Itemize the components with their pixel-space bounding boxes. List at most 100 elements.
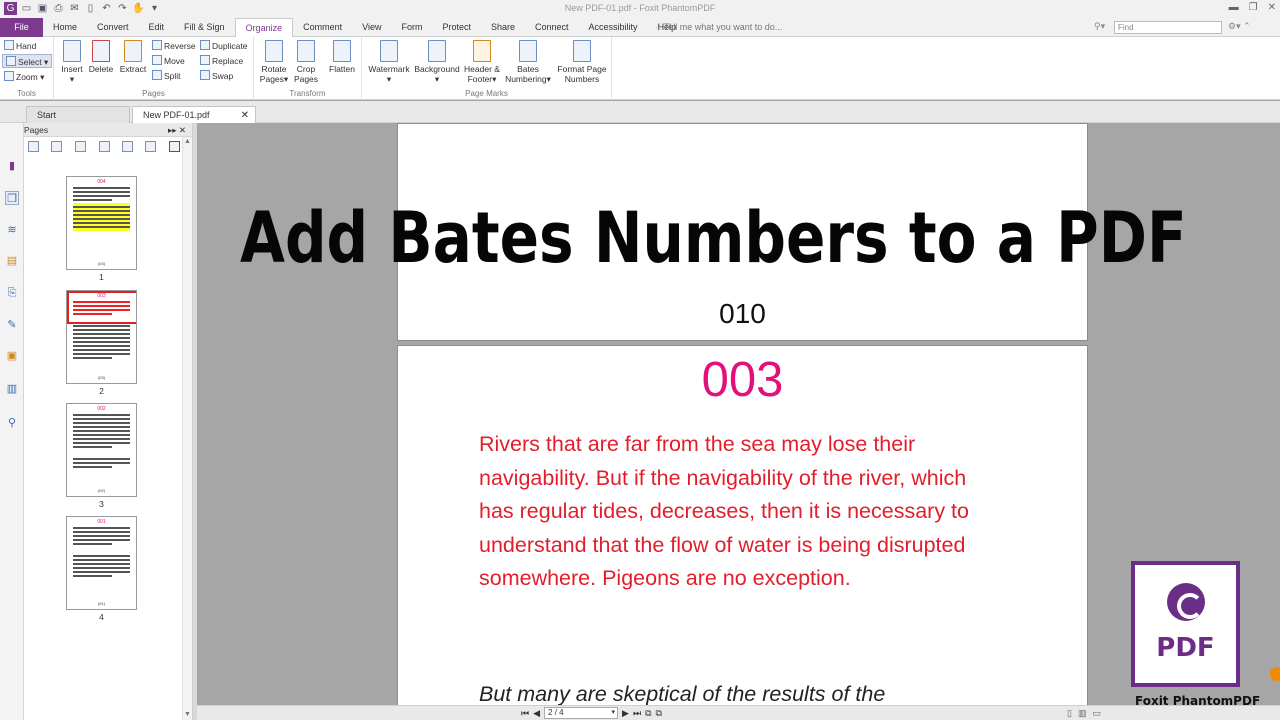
split-button[interactable]: Split <box>152 69 181 83</box>
previous-view-icon[interactable]: ⧉ <box>645 708 651 719</box>
extract-thumb-icon[interactable] <box>99 141 110 152</box>
file-tab[interactable]: File <box>0 18 43 37</box>
page-thumbnail[interactable]: 002 (02) <box>66 403 137 497</box>
last-page-icon[interactable]: ⏭ <box>633 708 641 719</box>
tell-me-search[interactable]: ◌ Tell me what you want to do... <box>656 22 782 32</box>
close-icon[interactable]: ✕ <box>1268 2 1276 13</box>
tab-accessibility[interactable]: Accessibility <box>579 18 648 37</box>
transform-group: Rotate Pages▾ Crop Pages Flatten Transform <box>254 37 362 100</box>
continuous-icon[interactable]: ▥ <box>1078 708 1087 719</box>
signature-icon[interactable]: ✎ <box>5 318 19 332</box>
pages-panel-header: Pages ▸▸ ✕ <box>24 123 192 137</box>
extract-page-icon <box>124 40 142 62</box>
bates-numbering-button[interactable]: Bates Numbering▾ <box>504 40 552 84</box>
replace-icon <box>200 55 210 65</box>
reverse-button[interactable]: Reverse <box>152 39 196 53</box>
delete-thumb-icon[interactable] <box>145 141 156 152</box>
close-tab-icon[interactable]: ✕ <box>241 107 249 124</box>
attachments-icon[interactable]: ⎘ <box>5 286 19 300</box>
header-footer-label-2: Footer <box>467 74 493 84</box>
prev-page-icon[interactable]: ◀ <box>533 708 540 719</box>
swap-label: Swap <box>212 71 234 81</box>
first-page-icon[interactable]: ⏮ <box>521 708 529 719</box>
tab-start-label: Start <box>37 110 57 120</box>
zoom-icon <box>4 71 14 81</box>
page-thumbnail[interactable]: 001 (01) <box>66 516 137 610</box>
flatten-label: Flatten <box>329 64 355 74</box>
ribbon: Hand Select ▾ Zoom ▾ Tools Insert ▾ Delet… <box>0 37 1280 100</box>
background-button[interactable]: Background ▾ <box>414 40 460 84</box>
pages-panel-icon[interactable]: ❐ <box>5 191 19 205</box>
tab-start[interactable]: Start <box>26 106 130 123</box>
restore-icon[interactable]: ❐ <box>1249 2 1258 13</box>
single-page-icon[interactable]: ▯ <box>1067 708 1072 719</box>
insert-thumb-icon[interactable] <box>75 141 86 152</box>
tab-share[interactable]: Share <box>481 18 525 37</box>
lightbulb-icon: ◌ <box>656 22 664 32</box>
flatten-button[interactable]: Flatten <box>326 40 358 74</box>
insert-page-icon <box>63 40 81 62</box>
bookmark-icon[interactable]: ▮ <box>5 159 19 173</box>
bates-number-header: 003 <box>701 353 784 407</box>
duplicate-icon <box>200 40 210 50</box>
panel-splitter[interactable] <box>193 123 197 720</box>
crop-pages-button[interactable]: Crop Pages <box>292 40 320 84</box>
select-button[interactable]: Select ▾ <box>2 54 53 68</box>
watermark-button[interactable]: Watermark ▾ <box>366 40 412 84</box>
insert-button[interactable]: Insert ▾ <box>60 40 84 84</box>
search-tools-icon[interactable]: ⚲ <box>5 416 19 430</box>
page-thumbnail-selected[interactable]: 003 (03) <box>66 290 137 384</box>
rotate-pages-button[interactable]: Rotate Pages▾ <box>258 40 290 84</box>
tab-current-document[interactable]: New PDF-01.pdf ✕ <box>132 106 256 123</box>
facing-icon[interactable]: ▭ <box>1092 708 1101 719</box>
tab-fill-sign[interactable]: Fill & Sign <box>174 18 235 37</box>
extract-button[interactable]: Extract <box>118 40 148 74</box>
layers-icon[interactable]: ≋ <box>5 223 19 237</box>
format-page-numbers-button[interactable]: Format Page Numbers <box>556 40 608 84</box>
page-number-box[interactable]: 2 / 4 ▾ <box>544 707 619 719</box>
panel-collapse-icon[interactable]: ▸▸ ✕ <box>168 123 186 137</box>
delete-button[interactable]: Delete <box>88 40 114 74</box>
header-footer-button[interactable]: Header & Footer▾ <box>462 40 502 84</box>
notification-icon[interactable] <box>1270 667 1280 681</box>
move-button[interactable]: Move <box>152 54 185 68</box>
zoom-button[interactable]: Zoom ▾ <box>4 70 44 84</box>
duplicate-button[interactable]: Duplicate <box>200 39 247 53</box>
tab-view[interactable]: View <box>352 18 391 37</box>
zoom-in-thumbs-icon[interactable] <box>28 141 39 152</box>
pages-panel-scrollbar[interactable]: ▲ ▼ <box>182 137 192 720</box>
tab-connect[interactable]: Connect <box>525 18 579 37</box>
zoom-out-thumbs-icon[interactable] <box>51 141 62 152</box>
watermark-label: Watermark <box>368 64 410 74</box>
tab-convert[interactable]: Convert <box>87 18 139 37</box>
move-icon <box>152 55 162 65</box>
form-fields-icon[interactable]: ▥ <box>5 382 19 396</box>
extract-label: Extract <box>119 64 147 74</box>
hand-button[interactable]: Hand <box>4 39 36 53</box>
page-thumbnail[interactable]: 004 (04) <box>66 176 137 270</box>
scroll-down-icon[interactable]: ▼ <box>184 711 191 718</box>
find-options-icon[interactable]: ⚲▾ <box>1094 21 1105 32</box>
tab-edit[interactable]: Edit <box>139 18 175 37</box>
tab-form[interactable]: Form <box>391 18 432 37</box>
minimize-icon[interactable]: ▬ <box>1229 2 1239 13</box>
comments-icon[interactable]: ▤ <box>5 254 19 268</box>
next-view-icon[interactable]: ⧉ <box>656 708 662 719</box>
ribbon-tabs: Home Convert Edit Fill & Sign Organize C… <box>43 18 686 37</box>
swap-button[interactable]: Swap <box>200 69 233 83</box>
thumb-header: 001 <box>97 519 106 525</box>
selection-highlight <box>67 291 136 324</box>
tab-organize[interactable]: Organize <box>234 18 294 37</box>
find-settings-icon[interactable]: ⚙▾ ⌃ <box>1228 21 1251 32</box>
next-page-icon[interactable]: ▶ <box>622 708 629 719</box>
replace-button[interactable]: Replace <box>200 54 243 68</box>
swap-icon <box>200 70 210 80</box>
find-input[interactable]: Find <box>1114 21 1222 34</box>
security-lock-icon[interactable]: ▣ <box>5 349 19 363</box>
thumb-options-icon[interactable] <box>169 141 180 152</box>
tab-protect[interactable]: Protect <box>432 18 481 37</box>
tab-comment[interactable]: Comment <box>293 18 352 37</box>
replace-thumb-icon[interactable] <box>122 141 133 152</box>
scroll-up-icon[interactable]: ▲ <box>184 138 191 145</box>
tab-home[interactable]: Home <box>43 18 87 37</box>
